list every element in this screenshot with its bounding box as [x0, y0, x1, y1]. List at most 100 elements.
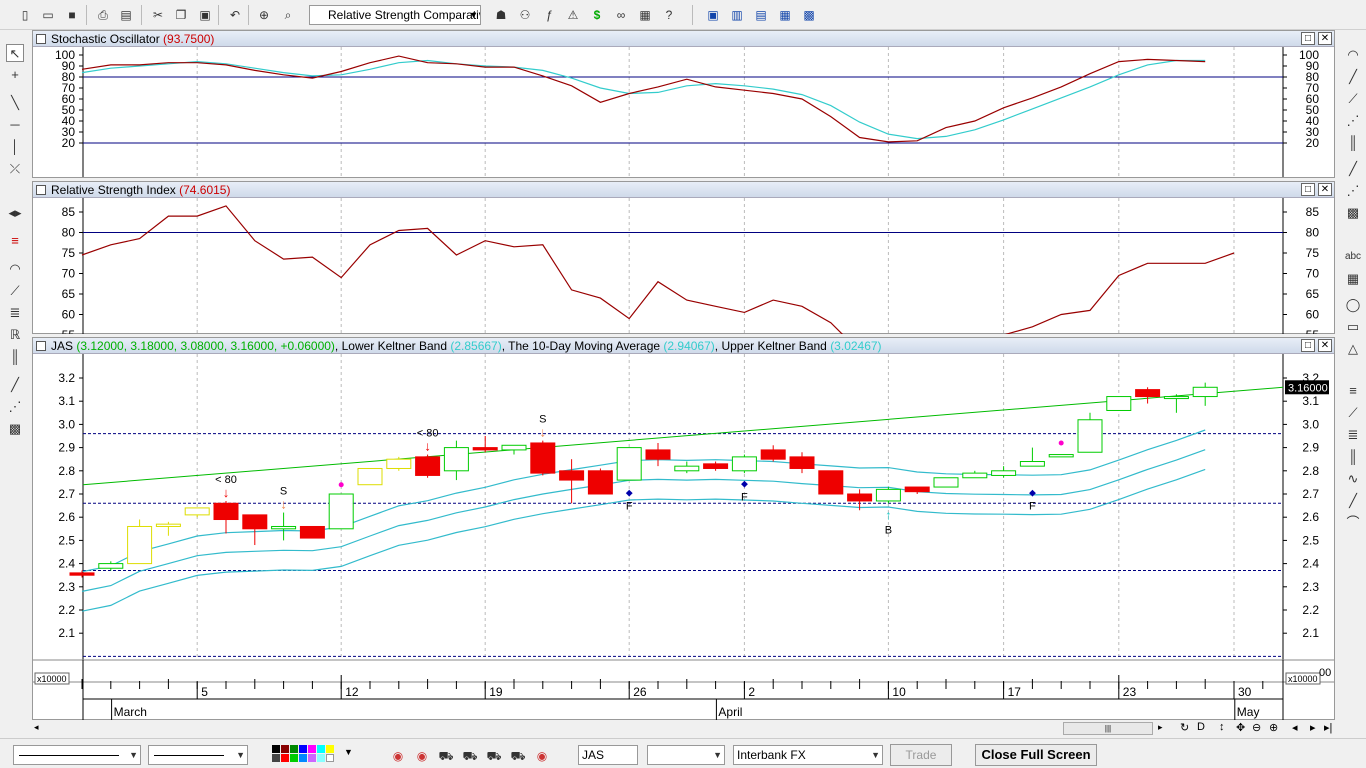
move-icon[interactable]: ✥: [1236, 721, 1245, 734]
alert-icon[interactable]: ⚠: [564, 6, 582, 24]
symbol-input[interactable]: JAS: [578, 745, 638, 765]
study-select[interactable]: Relative Strength Comparative ▼: [309, 5, 481, 25]
close-icon[interactable]: ✕: [1318, 183, 1332, 196]
grid-tool-icon[interactable]: ▩: [1344, 204, 1362, 222]
stochastic-panel[interactable]: Stochastic Oscillator (93.7500) □ ✕ 100 1…: [32, 30, 1335, 178]
fan2-tool-icon[interactable]: ⟋: [1344, 404, 1362, 422]
color-palette[interactable]: ▼: [272, 745, 362, 763]
timeframe-select[interactable]: ▼: [647, 745, 725, 765]
dollar-icon[interactable]: $: [588, 6, 606, 24]
zoom-in-icon[interactable]: ⊕: [1269, 721, 1278, 734]
indicator-icon[interactable]: ☗: [492, 6, 510, 24]
new-icon[interactable]: ▯: [16, 6, 34, 24]
channel-icon[interactable]: ╱: [1344, 160, 1362, 178]
horizontal-scrollbar[interactable]: ◂ ||| ▸ ↻ D ↕ ✥ ⊖ ⊕ ◂ ▸ ▸|: [30, 720, 1335, 738]
speed-line-icon[interactable]: ⋰: [1344, 112, 1362, 130]
print-preview-icon[interactable]: ▤: [117, 6, 135, 24]
daily-icon[interactable]: D: [1197, 721, 1205, 733]
table-icon[interactable]: ▦: [1344, 270, 1362, 288]
scroll-left-icon[interactable]: ◂: [34, 722, 39, 733]
arc-tool-icon[interactable]: ◠: [1344, 46, 1362, 64]
pointer-icon[interactable]: ↖: [6, 44, 24, 62]
ellipse-icon[interactable]: ◯: [1344, 296, 1362, 314]
refresh-icon[interactable]: ↻: [1180, 721, 1189, 734]
maximize-icon[interactable]: □: [1301, 32, 1315, 45]
chrome-icon[interactable]: ◉: [533, 747, 551, 765]
chrome-icon[interactable]: ◉: [413, 747, 431, 765]
print-icon[interactable]: ⎙: [94, 6, 112, 24]
arc-icon[interactable]: ◠: [6, 260, 24, 278]
grid-draw-icon[interactable]: ▩: [6, 420, 24, 438]
scroll-thumb[interactable]: |||: [1063, 722, 1153, 735]
open-icon[interactable]: ▭: [39, 6, 57, 24]
gann-fan-icon[interactable]: ⋰: [6, 398, 24, 416]
close-icon[interactable]: ✕: [1318, 339, 1332, 352]
gann-icon[interactable]: ⋰: [1344, 182, 1362, 200]
line-width-select[interactable]: ▼: [148, 745, 248, 765]
tile-vertical-icon[interactable]: ▥: [728, 6, 746, 24]
undo-icon[interactable]: ↶: [226, 6, 244, 24]
tile-horizontal-icon[interactable]: ▤: [752, 6, 770, 24]
fan-tool-icon[interactable]: ⟋: [1344, 90, 1362, 108]
line-tool-icon[interactable]: ╱: [1344, 68, 1362, 86]
regression-icon[interactable]: ℝ: [6, 326, 24, 344]
cut-icon[interactable]: ✂: [149, 6, 167, 24]
chart-icon[interactable]: ⛟: [461, 747, 479, 765]
triangle-icon[interactable]: △: [1344, 340, 1362, 358]
text-icon[interactable]: abc: [1344, 248, 1362, 266]
curve-icon[interactable]: ⌒: [1344, 514, 1362, 532]
trendline-icon[interactable]: ╲: [6, 94, 24, 112]
formula-icon[interactable]: ƒ: [540, 6, 558, 24]
close-icon[interactable]: ✕: [1318, 32, 1332, 45]
help-icon[interactable]: ?: [660, 6, 678, 24]
chart-icon[interactable]: ⛟: [437, 747, 455, 765]
copy-icon[interactable]: ❐: [172, 6, 190, 24]
window-icon[interactable]: ▣: [704, 6, 722, 24]
fibonacci-icon[interactable]: ≡: [6, 232, 24, 250]
next-icon[interactable]: ▸: [1310, 721, 1316, 734]
rsi-panel[interactable]: Relative Strength Index (74.6015) □ ✕ 85…: [32, 181, 1335, 334]
end-icon[interactable]: ▸|: [1324, 721, 1332, 734]
trade-button[interactable]: Trade: [890, 744, 952, 766]
zoom-icon[interactable]: ⌕: [279, 6, 297, 24]
line2-tool-icon[interactable]: ╱: [1344, 492, 1362, 510]
paste-icon[interactable]: ▣: [196, 6, 214, 24]
cycle-line-icon[interactable]: ⤫: [6, 160, 24, 178]
crosshair-draw-icon[interactable]: +: [6, 66, 24, 84]
chrome-icon[interactable]: ◉: [389, 747, 407, 765]
expert-icon[interactable]: ⚇: [516, 6, 534, 24]
data-source-select[interactable]: Interbank FX ▼: [733, 745, 883, 765]
data-source-value: Interbank FX: [737, 748, 806, 762]
line-style-select[interactable]: ▼: [13, 745, 141, 765]
horizontal-line-icon[interactable]: ─: [6, 116, 24, 134]
vertical-resize-icon[interactable]: ↕: [1219, 721, 1225, 733]
save-icon[interactable]: ■: [63, 6, 81, 24]
vertical-line-icon[interactable]: │: [6, 138, 24, 156]
arrows-icon[interactable]: ◂▸: [6, 204, 24, 222]
price-panel[interactable]: JAS (3.12000, 3.18000, 3.08000, 3.16000,…: [32, 337, 1335, 720]
chart-icon[interactable]: ⛟: [509, 747, 527, 765]
bars-icon[interactable]: ║: [6, 348, 24, 366]
scroll-right-icon[interactable]: ▸: [1158, 722, 1163, 733]
chart-icon[interactable]: ⛟: [485, 747, 503, 765]
line-icon[interactable]: ╱: [6, 376, 24, 394]
crosshair-icon[interactable]: ⊕: [255, 6, 273, 24]
maximize-icon[interactable]: □: [1301, 183, 1315, 196]
layout-icon[interactable]: ▩: [800, 6, 818, 24]
close-full-screen-button[interactable]: Close Full Screen: [975, 744, 1097, 766]
maximize-icon[interactable]: □: [1301, 339, 1315, 352]
retracement-icon[interactable]: ≣: [6, 304, 24, 322]
fib-tool-icon[interactable]: ≡: [1344, 382, 1362, 400]
zigzag-icon[interactable]: ∿: [1344, 470, 1362, 488]
fan-icon[interactable]: ⟋: [6, 282, 24, 300]
report-icon[interactable]: ▦: [636, 6, 654, 24]
rectangle-icon[interactable]: ▭: [1344, 318, 1362, 336]
retrace-tool-icon[interactable]: ≣: [1344, 426, 1362, 444]
prev-icon[interactable]: ◂: [1292, 721, 1298, 734]
zoom-out-icon[interactable]: ⊖: [1252, 721, 1261, 734]
bars-tool-icon[interactable]: ║: [1344, 134, 1362, 152]
binoculars-icon[interactable]: ∞: [612, 6, 630, 24]
rsi-label-right: 65: [1306, 287, 1320, 301]
bars2-tool-icon[interactable]: ║: [1344, 448, 1362, 466]
grid-icon[interactable]: ▦: [776, 6, 794, 24]
